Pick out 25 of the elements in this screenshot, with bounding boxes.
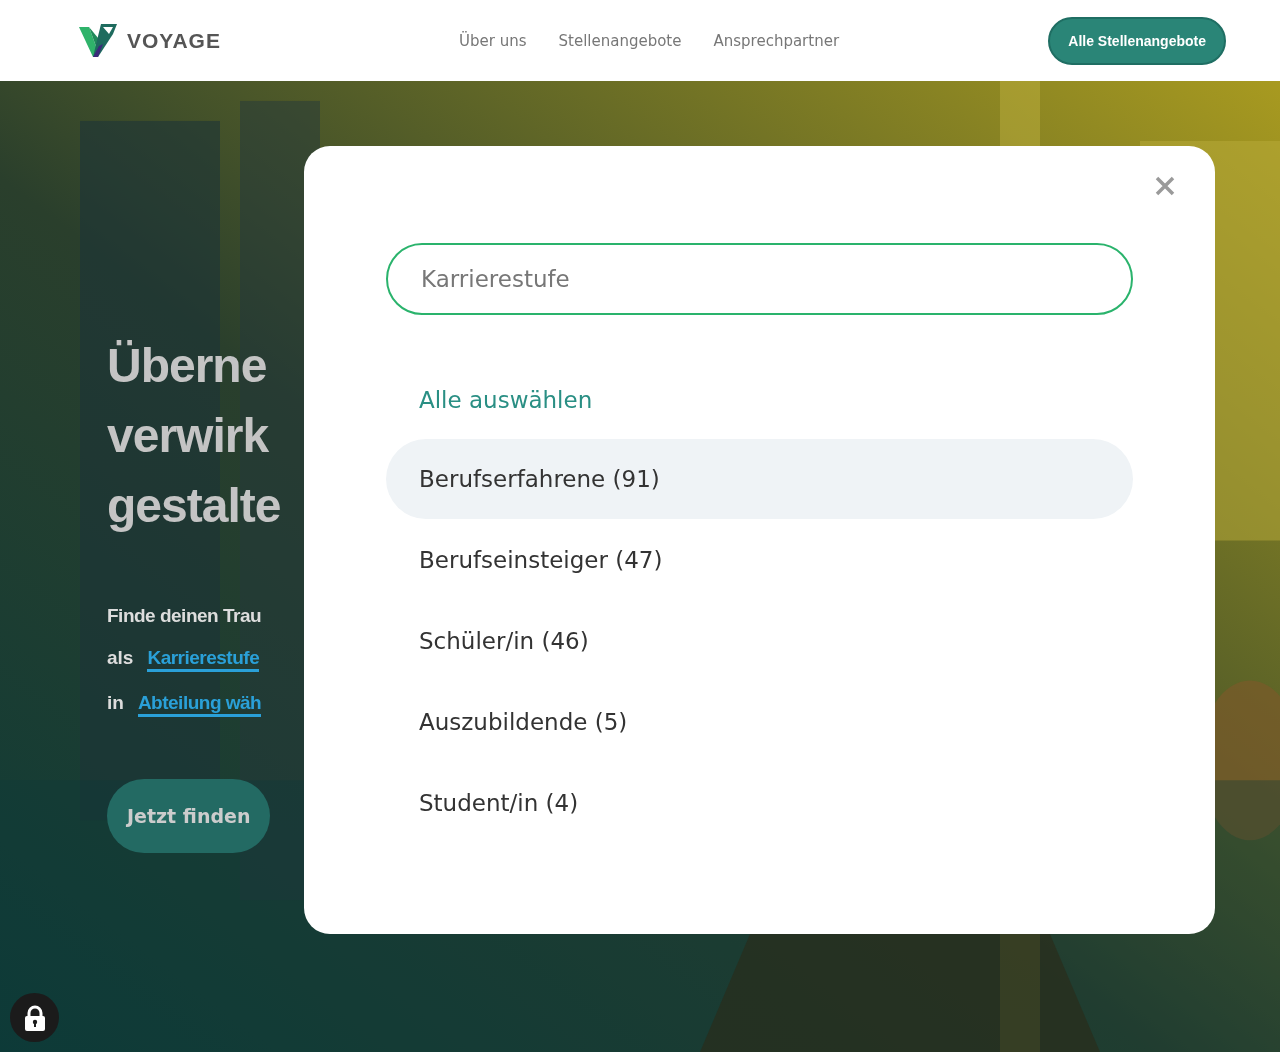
nav-link[interactable]: Stellenangebote [558,31,682,50]
nav-link[interactable]: Ansprechpartner [713,31,840,50]
nav-link[interactable]: Über uns [459,31,527,50]
prefix-text: als [107,647,134,669]
find-button[interactable]: Jetzt finden [107,779,271,853]
option-item[interactable]: Auszubildende (5) [386,682,1133,762]
headline-line: gestalte [107,478,281,534]
close-icon [1155,176,1175,196]
option-item[interactable]: Student/in (4) [386,763,1133,843]
select-all-link[interactable]: Alle auswählen [419,387,1133,413]
search-field[interactable]: Karrierestufe [386,243,1133,315]
brand-name: VOYAGE [127,28,221,53]
headline-line: Überne [107,338,267,394]
intro-text: Finde deinen Trau [107,605,263,627]
logo-icon [79,23,117,58]
option-item[interactable]: Berufserfahrene (91) [386,439,1133,519]
headline-line: verwirk [107,408,269,464]
department-link[interactable]: Abteilung wäh [137,692,262,717]
all-jobs-button[interactable]: Alle Stellenangebote [1048,16,1226,65]
lock-icon [23,1004,46,1031]
prefix-text: in [107,692,124,714]
close-button[interactable] [1155,176,1175,196]
option-item[interactable]: Berufseinsteiger (47) [386,520,1133,600]
career-level-link[interactable]: Karrierestufe [147,647,260,672]
option-item[interactable]: Schüler/in (46) [386,601,1133,681]
